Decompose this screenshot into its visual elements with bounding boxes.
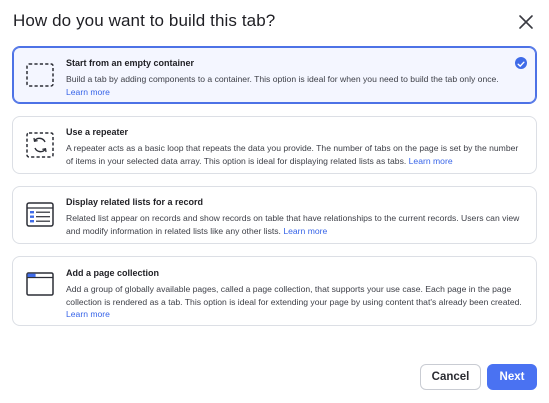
option-title: Start from an empty container	[66, 58, 195, 68]
option-empty-container[interactable]: Start from an empty container Build a ta…	[12, 46, 537, 104]
option-repeater[interactable]: Use a repeater A repeater acts as a basi…	[12, 116, 537, 174]
option-description: Build a tab by adding components to a co…	[66, 74, 499, 97]
dialog-title: How do you want to build this tab?	[13, 11, 276, 30]
option-title: Display related lists for a record	[66, 197, 204, 207]
option-description: Related list appear on records and show …	[66, 213, 520, 236]
related-list-icon	[26, 202, 54, 227]
option-page-collection[interactable]: Add a page collection Add a group of glo…	[12, 256, 537, 326]
learn-more-link[interactable]: Learn more	[409, 156, 453, 166]
page-collection-icon	[26, 272, 54, 296]
option-description: A repeater acts as a basic loop that rep…	[66, 143, 519, 166]
learn-more-link[interactable]: Learn more	[66, 87, 110, 97]
close-icon	[519, 15, 533, 29]
repeater-icon	[26, 132, 54, 158]
empty-container-icon	[26, 63, 54, 87]
option-title: Add a page collection	[66, 268, 160, 278]
learn-more-link[interactable]: Learn more	[283, 226, 327, 236]
option-related-lists[interactable]: Display related lists for a record Relat…	[12, 186, 537, 244]
close-button[interactable]	[516, 12, 536, 32]
selected-check-icon	[515, 57, 527, 69]
option-description: Add a group of globally available pages,…	[66, 284, 522, 319]
cancel-button[interactable]: Cancel	[420, 364, 481, 390]
build-tab-dialog: How do you want to build this tab? Start…	[0, 0, 549, 403]
next-button[interactable]: Next	[487, 364, 537, 390]
learn-more-link[interactable]: Learn more	[66, 309, 110, 319]
option-title: Use a repeater	[66, 127, 129, 137]
